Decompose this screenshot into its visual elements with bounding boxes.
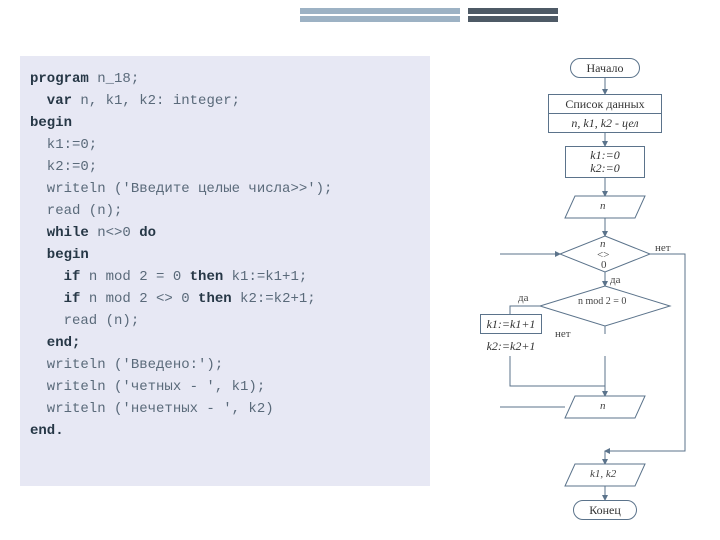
flowchart: Начало Список данных n, k1, k2 - цел k1:… [500,56,710,526]
flow-yes-1: да [610,274,620,286]
flow-read-n: n [600,200,606,212]
flow-cond1-zero: 0 [601,259,607,271]
flow-init: k1:=0k2:=0 [565,146,645,178]
flow-k1-assign: k1:=k1+1 [480,314,542,334]
top-decor [0,0,720,24]
flow-yes-2: да [518,292,528,304]
code-listing: program n_18; var n, k1, k2: integer; be… [20,56,430,486]
flow-k2-assign: k2:=k2+1 [480,336,542,356]
flow-no-2: нет [555,328,571,340]
flow-datalist: Список данных [548,94,662,114]
flow-output: k1, k2 [590,468,616,480]
flow-no-1: нет [655,242,671,254]
flow-cond2: n mod 2 = 0 [578,296,626,307]
flow-read-n2: n [600,400,606,412]
flow-decl: n, k1, k2 - цел [548,113,662,133]
flow-start: Начало [570,58,640,78]
flow-end: Конец [573,500,637,520]
